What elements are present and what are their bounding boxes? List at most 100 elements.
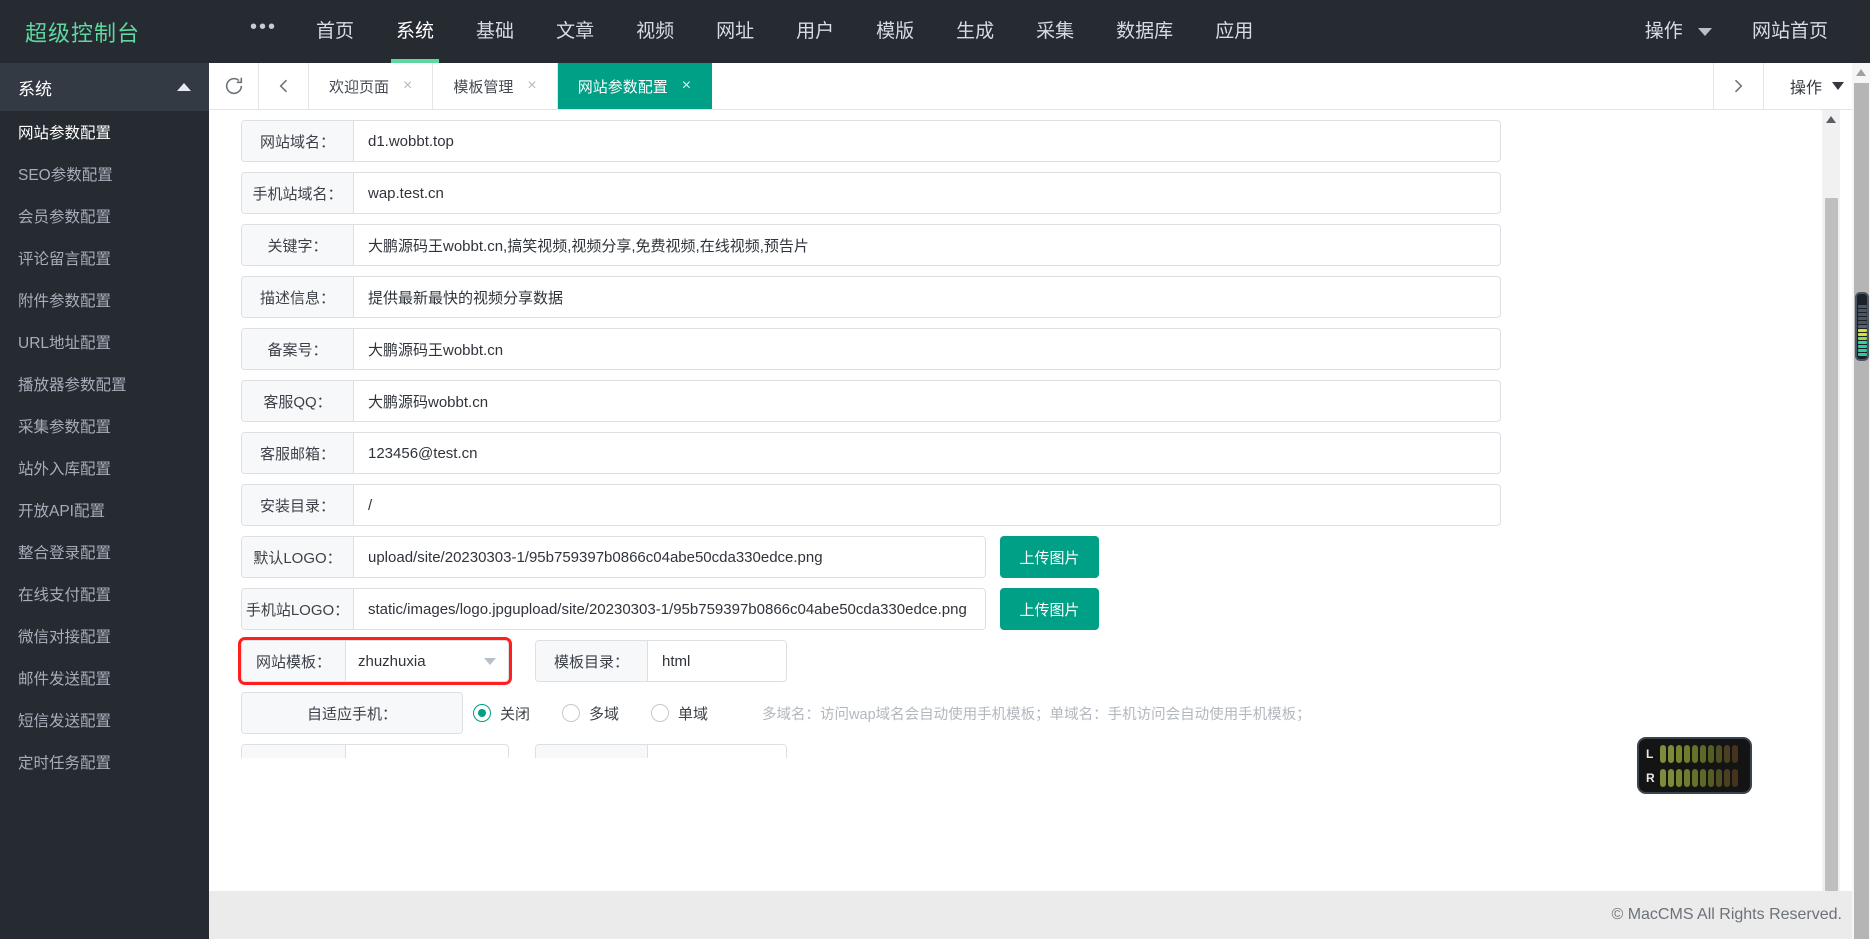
sidebar-item-member-config[interactable]: 会员参数配置 <box>0 195 209 237</box>
sidebar-item-cron-config[interactable]: 定时任务配置 <box>0 741 209 783</box>
wap-template-value: default <box>358 757 403 759</box>
field-wap-template[interactable]: 手机模板： default <box>241 744 509 758</box>
sidebar-item-mail-config[interactable]: 邮件发送配置 <box>0 657 209 699</box>
upload-wap-logo-button[interactable]: 上传图片 <box>1000 588 1099 630</box>
topnav-item-system[interactable]: 系统 <box>375 0 455 63</box>
scroll-up-arrow-icon[interactable] <box>1826 116 1836 123</box>
form-row-site-domain: 网站域名： <box>241 120 1779 162</box>
site-template-select[interactable]: zhuzhuxia <box>346 641 508 681</box>
radio-adaptive-off[interactable]: 关闭 <box>473 703 530 724</box>
topnav-right-group: 操作 网站首页 <box>1625 0 1870 63</box>
topnav-item-url[interactable]: 网址 <box>695 0 775 63</box>
sidebar-item-sms-config[interactable]: 短信发送配置 <box>0 699 209 741</box>
inner-vertical-scrollbar[interactable] <box>1822 110 1840 891</box>
radio-adaptive-multidomain[interactable]: 多域 <box>562 703 619 724</box>
refresh-icon[interactable] <box>209 63 259 109</box>
description-input[interactable] <box>354 277 1500 317</box>
field-label: 客服邮箱： <box>242 433 354 473</box>
chevron-left-icon[interactable] <box>259 63 309 109</box>
topnav-site-home-link[interactable]: 网站首页 <box>1732 0 1848 63</box>
sidebar-item-openapi-config[interactable]: 开放API配置 <box>0 489 209 531</box>
sidebar-item-payment-config[interactable]: 在线支付配置 <box>0 573 209 615</box>
wap-template-select[interactable]: default <box>346 745 508 758</box>
close-icon[interactable]: × <box>682 78 691 94</box>
sidebar-item-attachment-config[interactable]: 附件参数配置 <box>0 279 209 321</box>
outer-vertical-scrollbar[interactable] <box>1852 63 1870 939</box>
radio-dot-icon <box>562 704 580 722</box>
footer: © MacCMS All Rights Reserved. <box>209 891 1870 939</box>
scroll-up-arrow-icon[interactable] <box>1856 69 1866 76</box>
sidebar-item-collect-config[interactable]: 采集参数配置 <box>0 405 209 447</box>
radio-adaptive-singledomain[interactable]: 单域 <box>651 703 708 724</box>
tab-bar-right-group: 操作 <box>1713 63 1870 109</box>
tab-label: 网站参数配置 <box>578 76 668 97</box>
field-site-template[interactable]: 网站模板： zhuzhuxia <box>241 640 509 682</box>
form-row-template: 网站模板： zhuzhuxia 模板目录： <box>241 640 1779 682</box>
sidebar-item-site-config[interactable]: 网站参数配置 <box>0 111 209 153</box>
tab-site-config[interactable]: 网站参数配置 × <box>558 63 712 109</box>
field-label: 网站域名： <box>242 121 354 161</box>
topnav-action-menu[interactable]: 操作 <box>1625 0 1732 63</box>
upload-default-logo-button[interactable]: 上传图片 <box>1000 536 1099 578</box>
sidebar-item-wechat-config[interactable]: 微信对接配置 <box>0 615 209 657</box>
sidebar-item-sso-config[interactable]: 整合登录配置 <box>0 531 209 573</box>
form-row-description: 描述信息： <box>241 276 1779 318</box>
field-wap-template-dir: 模板目录： <box>535 744 787 758</box>
service-email-input[interactable] <box>354 433 1500 473</box>
vu-meter-left-channel: L <box>1646 744 1743 763</box>
field-template-dir: 模板目录： <box>535 640 787 682</box>
wap-domain-input[interactable] <box>354 173 1500 213</box>
topnav-item-database[interactable]: 数据库 <box>1095 0 1194 63</box>
chevron-down-icon <box>1698 28 1712 36</box>
topnav-item-basic[interactable]: 基础 <box>455 0 535 63</box>
topnav-item-home[interactable]: 首页 <box>295 0 375 63</box>
install-dir-input[interactable] <box>354 485 1500 525</box>
topnav-item-article[interactable]: 文章 <box>535 0 615 63</box>
field-adaptive-mobile-label: 自适应手机： <box>241 692 463 734</box>
template-dir-input[interactable] <box>648 641 787 681</box>
default-logo-input[interactable] <box>354 537 985 577</box>
sidebar-item-external-import-config[interactable]: 站外入库配置 <box>0 447 209 489</box>
icp-number-input[interactable] <box>354 329 1500 369</box>
wap-logo-input[interactable] <box>354 589 985 629</box>
field-keywords: 关键字： <box>241 224 1501 266</box>
field-label: 备案号： <box>242 329 354 369</box>
sidebar-item-seo-config[interactable]: SEO参数配置 <box>0 153 209 195</box>
service-qq-input[interactable] <box>354 381 1500 421</box>
tab-bar: 欢迎页面 × 模板管理 × 网站参数配置 × 操作 <box>209 63 1870 110</box>
more-menu-icon[interactable]: ••• <box>250 22 295 42</box>
tab-welcome-page[interactable]: 欢迎页面 × <box>309 63 433 109</box>
sidebar-item-comment-config[interactable]: 评论留言配置 <box>0 237 209 279</box>
content-pane: 欢迎页面 × 模板管理 × 网站参数配置 × 操作 <box>209 63 1870 939</box>
sidebar-item-url-config[interactable]: URL地址配置 <box>0 321 209 363</box>
site-config-form: 网站域名： 手机站域名： 关键字： 描述信息： <box>209 110 1809 758</box>
chevron-right-icon[interactable] <box>1713 63 1763 109</box>
vu-channel-label: L <box>1646 747 1660 761</box>
app-brand-title: 超级控制台 <box>0 16 250 48</box>
tab-template-manage[interactable]: 模板管理 × <box>433 63 557 109</box>
radio-label: 单域 <box>678 703 708 724</box>
topnav-item-template[interactable]: 模版 <box>855 0 935 63</box>
field-service-qq: 客服QQ： <box>241 380 1501 422</box>
site-domain-input[interactable] <box>354 121 1500 161</box>
keywords-input[interactable] <box>354 225 1500 265</box>
topnav-item-generate[interactable]: 生成 <box>935 0 1015 63</box>
scrollbar-thumb[interactable] <box>1825 198 1838 891</box>
sidebar-item-player-config[interactable]: 播放器参数配置 <box>0 363 209 405</box>
wap-template-dir-input[interactable] <box>648 745 787 758</box>
close-icon[interactable]: × <box>403 78 412 94</box>
audio-level-indicator-mini <box>1855 292 1869 361</box>
form-row-wap-logo: 手机站LOGO： 上传图片 <box>241 588 1779 630</box>
scrollbar-thumb[interactable] <box>1854 83 1869 939</box>
adaptive-mobile-radio-group: 关闭 多域 单域 <box>473 692 740 734</box>
audio-vu-meter-widget[interactable]: L R <box>1637 737 1752 794</box>
sidebar-group-header-system[interactable]: 系统 <box>0 63 209 111</box>
topnav-item-user[interactable]: 用户 <box>775 0 855 63</box>
sidebar-group-title: 系统 <box>18 75 52 100</box>
topnav-item-application[interactable]: 应用 <box>1194 0 1274 63</box>
close-icon[interactable]: × <box>527 78 536 94</box>
topnav-item-video[interactable]: 视频 <box>615 0 695 63</box>
topnav-item-collect[interactable]: 采集 <box>1015 0 1095 63</box>
form-row-icp: 备案号： <box>241 328 1779 370</box>
site-config-form-scroll-area[interactable]: 网站域名： 手机站域名： 关键字： 描述信息： <box>209 110 1870 939</box>
